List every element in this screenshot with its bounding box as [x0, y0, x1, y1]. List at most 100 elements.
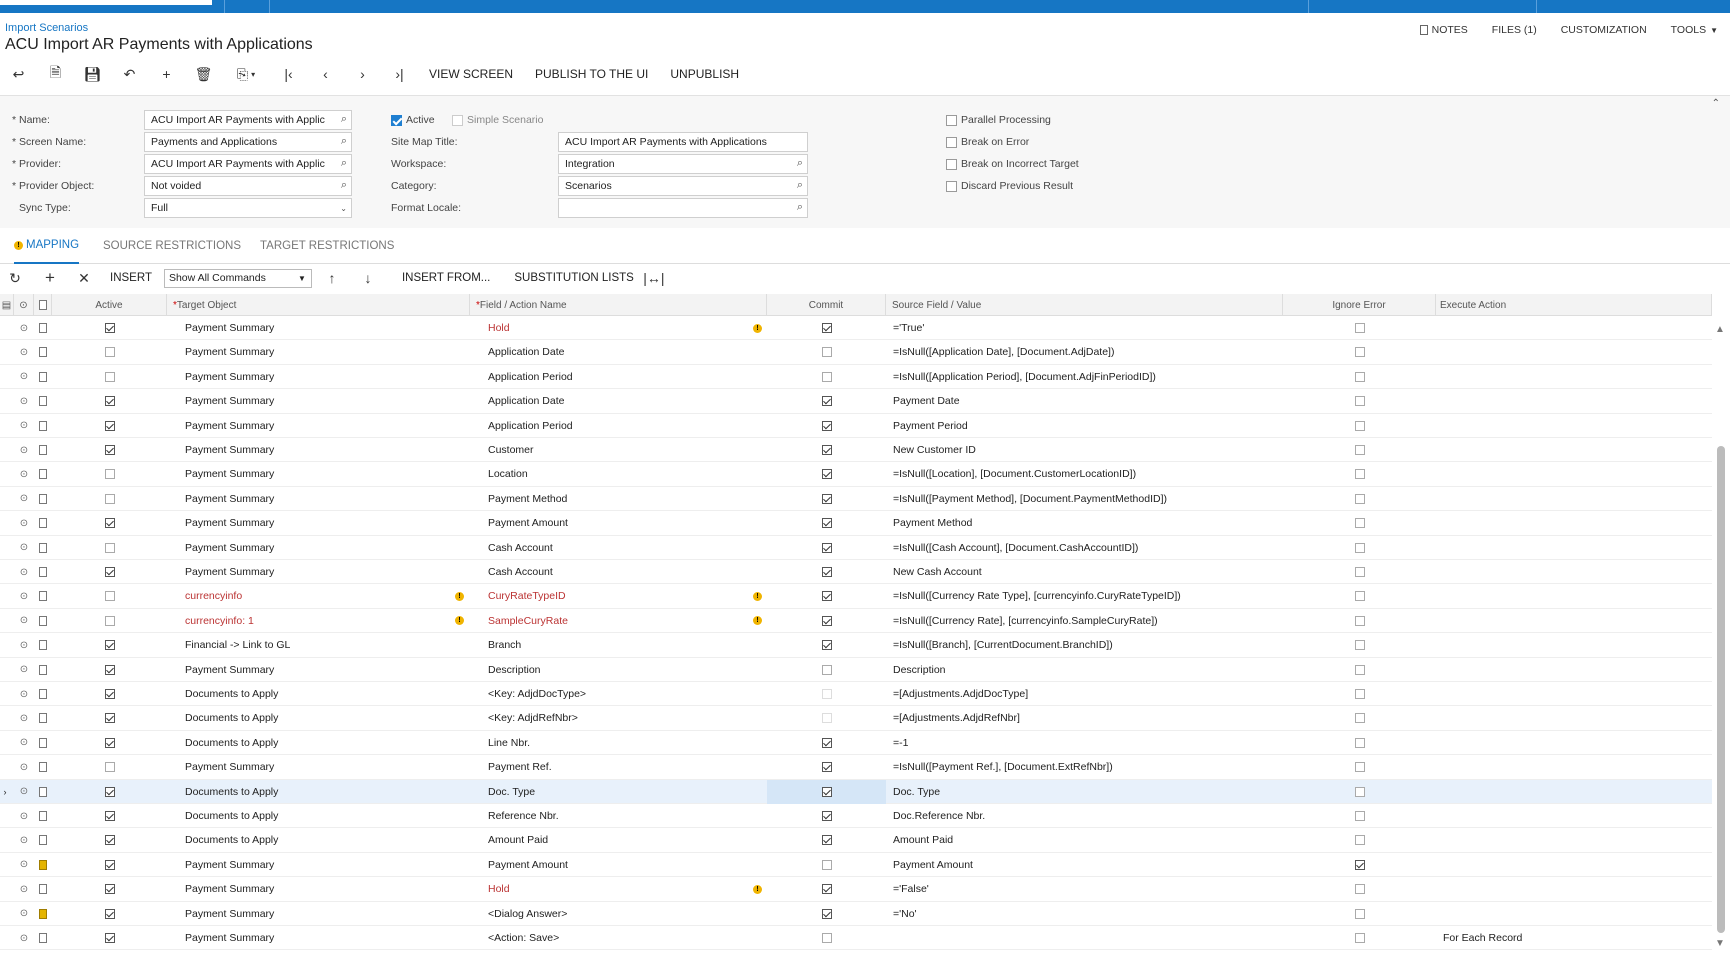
table-row[interactable]: ⊙ currencyinfo: 1! SampleCuryRate! =IsNull(… [0, 609, 1712, 634]
ignore-error-checkbox-cell[interactable] [1283, 706, 1436, 730]
ignore-error-checkbox-cell[interactable] [1283, 414, 1436, 438]
attachment-icon[interactable]: ⊙ [14, 755, 34, 779]
attachment-icon[interactable]: ⊙ [14, 584, 34, 608]
attachment-icon[interactable]: ⊙ [14, 804, 34, 828]
scroll-up-arrow-icon[interactable]: ▲ [1715, 324, 1725, 335]
target-object-cell[interactable]: currencyinfo: 1 [185, 609, 254, 633]
discard-previous-result-checkbox[interactable]: Discard Previous Result [946, 176, 1073, 196]
note-icon[interactable] [34, 902, 52, 926]
source-field-value-cell[interactable]: =[Adjustments.AdjdRefNbr] [893, 706, 1020, 730]
active-checkbox-cell[interactable] [52, 414, 167, 438]
attachment-icon[interactable]: ⊙ [14, 633, 34, 657]
target-object-cell[interactable]: Payment Summary [185, 511, 274, 535]
note-icon[interactable] [34, 706, 52, 730]
attachment-icon[interactable]: ⊙ [14, 536, 34, 560]
category-field[interactable]: Scenarios ⌕ [558, 176, 808, 196]
source-field-value-cell[interactable]: Payment Amount [893, 853, 973, 877]
commit-checkbox-cell[interactable] [767, 706, 886, 730]
note-icon[interactable] [34, 584, 52, 608]
source-field-value-cell[interactable]: Doc. Type [893, 780, 940, 804]
tab-target-restrictions[interactable]: TARGET RESTRICTIONS [260, 228, 394, 264]
table-row[interactable]: ⊙ Payment Summary Application Period =IsNul… [0, 365, 1712, 390]
table-row[interactable]: ⊙ Payment Summary Hold! ='True' [0, 316, 1712, 341]
source-field-value-cell[interactable]: Amount Paid [893, 828, 953, 852]
target-object-cell[interactable]: Payment Summary [185, 438, 274, 462]
source-field-value-cell[interactable]: =IsNull([Application Period], [Document.… [893, 365, 1156, 389]
source-field-value-cell[interactable]: ='True' [893, 316, 924, 340]
screen-name-field[interactable]: Payments and Applications ⌕ [144, 132, 352, 152]
note-icon[interactable] [34, 560, 52, 584]
field-action-cell[interactable]: Payment Method [488, 487, 567, 511]
table-row[interactable]: ⊙ currencyinfo! CuryRateTypeID! =IsNull([Cu… [0, 584, 1712, 609]
search-icon[interactable]: ⌕ [797, 179, 803, 192]
field-action-cell[interactable]: Payment Amount [488, 511, 568, 535]
source-field-value-cell[interactable]: =IsNull([Location], [Document.CustomerLo… [893, 462, 1136, 486]
vertical-scrollbar[interactable]: ▲ ▼ [1712, 316, 1730, 959]
commit-checkbox-cell[interactable] [767, 487, 886, 511]
ignore-error-checkbox-cell[interactable] [1283, 682, 1436, 706]
source-field-value-cell[interactable]: =IsNull([Branch], [CurrentDocument.Branc… [893, 633, 1113, 657]
attachment-icon[interactable]: ⊙ [14, 780, 34, 804]
commit-checkbox-cell[interactable] [767, 755, 886, 779]
active-checkbox-cell[interactable] [52, 633, 167, 657]
note-icon[interactable] [34, 389, 52, 413]
source-field-value-cell[interactable]: =[Adjustments.AdjdDocType] [893, 682, 1028, 706]
note-icon[interactable] [34, 755, 52, 779]
format-locale-field[interactable]: ⌕ [558, 198, 808, 218]
attachment-icon[interactable]: ⊙ [14, 560, 34, 584]
add-icon[interactable]: + [148, 62, 185, 86]
table-row[interactable]: ⊙ Financial -> Link to GL Branch =IsNull([B… [0, 633, 1712, 658]
field-action-cell[interactable]: Payment Ref. [488, 755, 552, 779]
source-field-value-cell[interactable]: =IsNull([Cash Account], [Document.CashAc… [893, 536, 1138, 560]
previous-record-icon[interactable]: ‹ [307, 62, 344, 86]
note-icon[interactable] [34, 414, 52, 438]
search-icon[interactable]: ⌕ [341, 179, 347, 192]
ignore-error-checkbox-cell[interactable] [1283, 853, 1436, 877]
attachment-icon[interactable]: ⊙ [14, 462, 34, 486]
tools-menu[interactable]: TOOLS ▼ [1671, 24, 1718, 36]
commit-checkbox-cell[interactable] [767, 340, 886, 364]
active-checkbox-cell[interactable] [52, 609, 167, 633]
attachment-icon[interactable]: ⊙ [14, 511, 34, 535]
ignore-error-checkbox-cell[interactable] [1283, 560, 1436, 584]
customization-link[interactable]: CUSTOMIZATION [1561, 24, 1647, 36]
note-icon[interactable] [34, 780, 52, 804]
note-icon[interactable] [34, 438, 52, 462]
files-link[interactable]: FILES (1) [1492, 24, 1537, 36]
column-active[interactable]: Active [52, 294, 167, 316]
insert-from-button[interactable]: INSERT FROM... [402, 272, 490, 284]
attachment-icon[interactable]: ⊙ [14, 365, 34, 389]
note-icon[interactable] [34, 511, 52, 535]
source-field-value-cell[interactable]: =IsNull([Payment Ref.], [Document.ExtRef… [893, 755, 1113, 779]
target-object-cell[interactable]: Payment Summary [185, 487, 274, 511]
target-object-cell[interactable]: Payment Summary [185, 316, 274, 340]
commit-checkbox-cell[interactable] [767, 780, 886, 804]
target-object-cell[interactable]: Payment Summary [185, 389, 274, 413]
attachment-icon[interactable]: ⊙ [14, 902, 34, 926]
target-object-cell[interactable]: currencyinfo [185, 584, 242, 608]
note-icon[interactable] [34, 828, 52, 852]
source-field-value-cell[interactable]: Payment Period [893, 414, 968, 438]
note-icon[interactable] [34, 731, 52, 755]
table-row[interactable]: ⊙ Documents to Apply Amount Paid Amount Pai… [0, 828, 1712, 853]
commit-checkbox-cell[interactable] [767, 682, 886, 706]
column-source-field-value[interactable]: Source Field / Value [886, 294, 1283, 316]
field-action-cell[interactable]: Payment Amount [488, 853, 568, 877]
source-field-value-cell[interactable]: =-1 [893, 731, 908, 755]
target-object-cell[interactable]: Payment Summary [185, 560, 274, 584]
ignore-error-checkbox-cell[interactable] [1283, 487, 1436, 511]
table-row[interactable]: ⊙ Payment Summary Application Date =IsNull(… [0, 340, 1712, 365]
refresh-icon[interactable]: ↻ [0, 264, 30, 292]
search-icon[interactable]: ⌕ [341, 113, 347, 126]
note-icon[interactable] [34, 536, 52, 560]
target-object-cell[interactable]: Documents to Apply [185, 682, 278, 706]
ignore-error-checkbox-cell[interactable] [1283, 755, 1436, 779]
table-row[interactable]: ⊙ Payment Summary Payment Amount Payment Me… [0, 511, 1712, 536]
scroll-down-arrow-icon[interactable]: ▼ [1715, 938, 1725, 949]
active-checkbox-cell[interactable] [52, 511, 167, 535]
field-action-cell[interactable]: Branch [488, 633, 521, 657]
active-checkbox-cell[interactable] [52, 926, 167, 950]
ignore-error-checkbox-cell[interactable] [1283, 731, 1436, 755]
commit-checkbox-cell[interactable] [767, 926, 886, 950]
table-row[interactable]: ⊙ Documents to Apply Reference Nbr. Doc.Ref… [0, 804, 1712, 829]
